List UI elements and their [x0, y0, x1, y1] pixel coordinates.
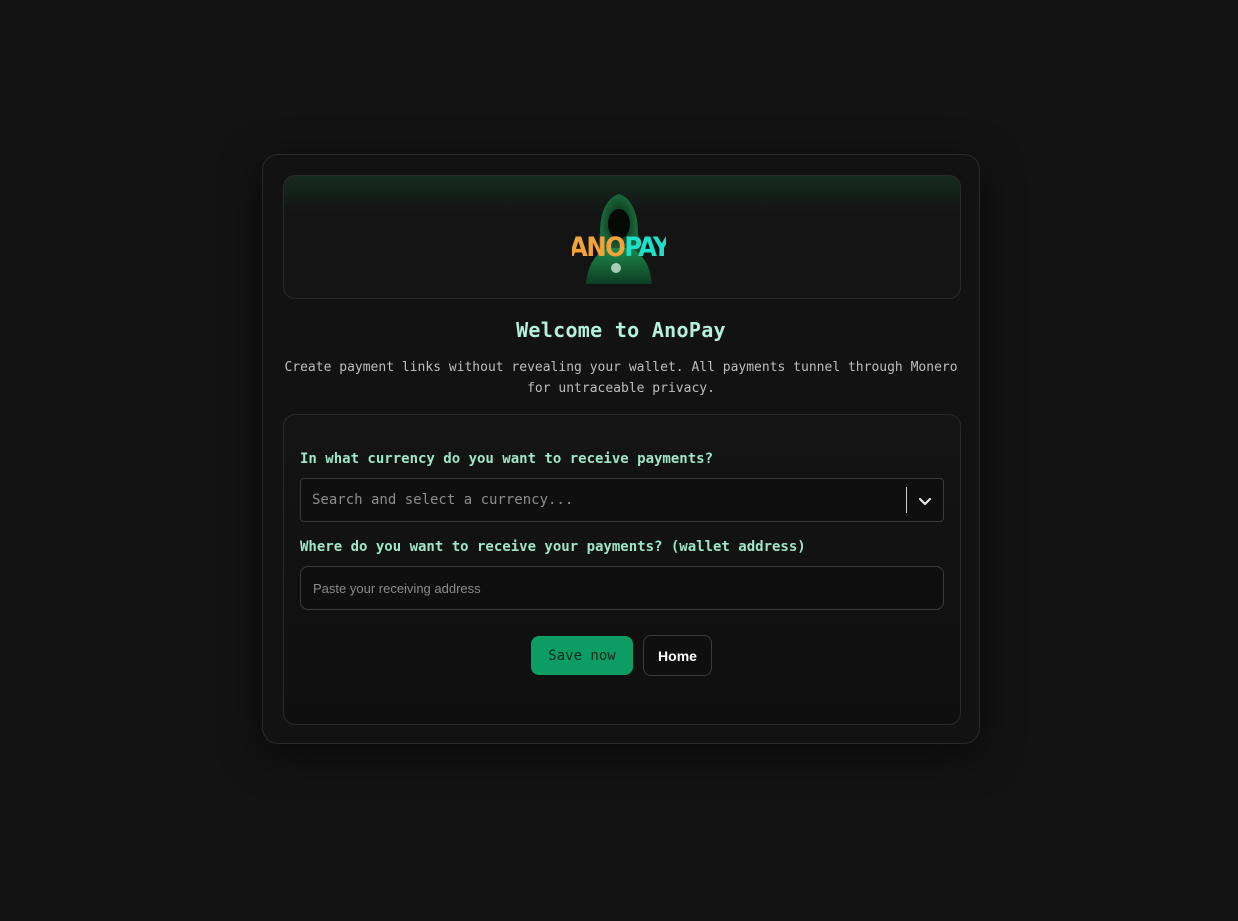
logo-text-ano: ANO — [572, 232, 625, 263]
page-title: Welcome to AnoPay — [516, 318, 726, 342]
setup-card: ANOPAY Welcome to AnoPay Create payment … — [262, 154, 980, 744]
currency-select[interactable]: Search and select a currency... — [300, 478, 944, 522]
home-button[interactable]: Home — [643, 635, 712, 676]
hero-banner: ANOPAY — [283, 175, 961, 299]
wallet-label: Where do you want to receive your paymen… — [300, 539, 806, 555]
save-button[interactable]: Save now — [531, 636, 633, 675]
setup-form: In what currency do you want to receive … — [283, 414, 961, 725]
page-description: Create payment links without revealing y… — [284, 360, 958, 396]
logo-text-pay: PAY — [624, 232, 666, 263]
anopay-logo: ANOPAY — [572, 194, 666, 284]
currency-select-placeholder: Search and select a currency... — [312, 492, 574, 508]
currency-label: In what currency do you want to receive … — [300, 451, 714, 467]
wallet-address-input[interactable] — [300, 566, 944, 610]
chevron-down-icon[interactable] — [914, 491, 936, 511]
svg-text:ANOPAY: ANOPAY — [572, 232, 666, 263]
currency-select-separator — [906, 487, 907, 513]
